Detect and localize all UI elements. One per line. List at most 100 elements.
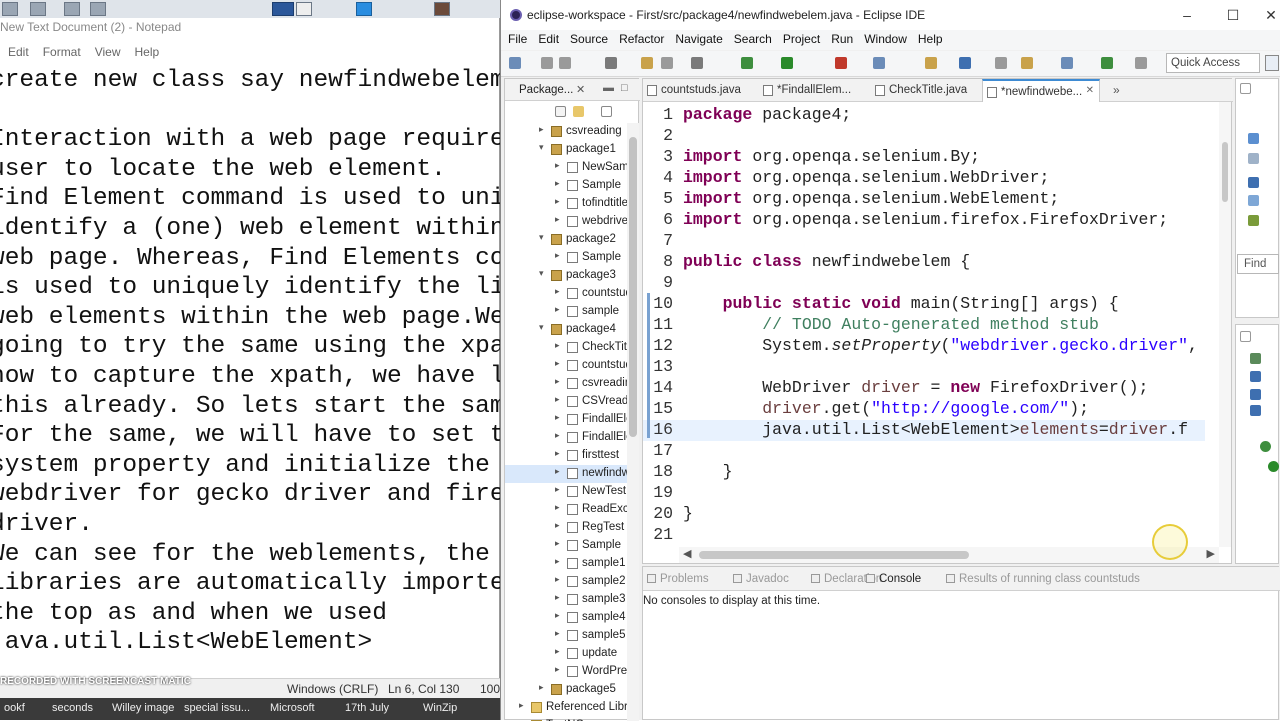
categorize-icon[interactable]: [1248, 177, 1259, 188]
close-icon[interactable]: [1240, 331, 1251, 342]
document-icon[interactable]: [296, 2, 312, 16]
expand-toggle-icon[interactable]: ▸: [539, 124, 549, 135]
expand-toggle-icon[interactable]: ▸: [555, 592, 565, 603]
link-editor-icon[interactable]: [573, 106, 584, 117]
menu-project[interactable]: Project: [783, 30, 820, 50]
maximize-icon[interactable]: ☐: [1223, 6, 1243, 24]
expand-toggle-icon[interactable]: ▸: [555, 304, 565, 315]
app-icon[interactable]: [2, 2, 18, 16]
code-line[interactable]: 4 import org.openqa.selenium.WebDriver;: [643, 168, 1205, 189]
editor-horizontal-scrollbar[interactable]: ◀ ▶: [679, 547, 1219, 563]
menu-run[interactable]: Run: [831, 30, 853, 50]
run-icon[interactable]: [741, 57, 753, 69]
minimize-icon[interactable]: ▬: [603, 82, 614, 94]
editor-tab[interactable]: *newfindwebe... ✕: [982, 79, 1100, 102]
tree-item[interactable]: ▸ FindallElem: [505, 429, 627, 447]
tree-item[interactable]: ▸ sample3: [505, 591, 627, 609]
scroll-left-icon[interactable]: ◀: [683, 547, 691, 560]
expand-toggle-icon[interactable]: ▾: [539, 232, 549, 243]
editor-tab[interactable]: *FindallElem...: [759, 79, 867, 102]
code-line[interactable]: 14 WebDriver driver = new FirefoxDriver(…: [643, 378, 1205, 399]
code-line[interactable]: 1 package package4;: [643, 105, 1205, 126]
filter-icon[interactable]: [1248, 153, 1259, 164]
close-icon[interactable]: ✕: [576, 83, 585, 96]
menu-view[interactable]: View: [95, 44, 121, 64]
expand-toggle-icon[interactable]: ▸: [555, 358, 565, 369]
find-input[interactable]: Find: [1237, 254, 1279, 274]
task-list-icon[interactable]: [1248, 133, 1259, 144]
expand-toggle-icon[interactable]: ▸: [555, 574, 565, 585]
tree-item[interactable]: ▸ csvreading: [505, 123, 627, 141]
menu-help[interactable]: Help: [918, 30, 943, 50]
close-icon[interactable]: ✕: [1086, 85, 1094, 96]
skip-icon[interactable]: [691, 57, 703, 69]
class-outline-icon[interactable]: [1260, 441, 1271, 452]
code-line[interactable]: 12 System.setProperty("webdriver.gecko.d…: [643, 336, 1205, 357]
tree-item[interactable]: ▸ sample2: [505, 573, 627, 591]
taskbar-item[interactable]: WinZip: [423, 702, 457, 714]
code-line[interactable]: 10 public static void main(String[] args…: [643, 294, 1205, 315]
tree-item[interactable]: ▾ package2: [505, 231, 627, 249]
expand-toggle-icon[interactable]: ▸: [555, 196, 565, 207]
save-all-icon[interactable]: [559, 57, 571, 69]
stop-icon[interactable]: [835, 57, 847, 69]
hide-fields-icon[interactable]: [1250, 371, 1261, 382]
expand-toggle-icon[interactable]: ▸: [555, 394, 565, 405]
expand-toggle-icon[interactable]: ▸: [555, 412, 565, 423]
expand-toggle-icon[interactable]: ▾: [539, 322, 549, 333]
code-line[interactable]: 15 driver.get("http://google.com/");: [643, 399, 1205, 420]
code-line[interactable]: 8 public class newfindwebelem {: [643, 252, 1205, 273]
quick-access-field[interactable]: Quick Access: [1166, 53, 1260, 73]
close-icon[interactable]: [1240, 83, 1251, 94]
pin-icon[interactable]: [1135, 57, 1147, 69]
tree-item[interactable]: ▸ sample: [505, 303, 627, 321]
expand-toggle-icon[interactable]: ▸: [555, 286, 565, 297]
menu-window[interactable]: Window: [864, 30, 907, 50]
expand-toggle-icon[interactable]: ▾: [539, 142, 549, 153]
code-line[interactable]: 20}: [643, 504, 1205, 525]
editor-tab[interactable]: countstuds.java: [643, 79, 753, 102]
menu-navigate[interactable]: Navigate: [675, 30, 722, 50]
tree-item[interactable]: ▸ Referenced Libraries: [505, 699, 627, 717]
open-icon[interactable]: [995, 57, 1007, 69]
forward-icon[interactable]: [1101, 57, 1113, 69]
word-icon[interactable]: [272, 2, 294, 16]
explorer-scrollbar[interactable]: [627, 123, 639, 721]
editor-vertical-scrollbar[interactable]: [1219, 102, 1231, 547]
tree-item[interactable]: ▾ package3: [505, 267, 627, 285]
tree-item[interactable]: ▸ NewTest: [505, 483, 627, 501]
code-line[interactable]: 2: [643, 126, 1205, 147]
new-class-icon[interactable]: [959, 57, 971, 69]
expand-toggle-icon[interactable]: ▸: [555, 538, 565, 549]
tree-item[interactable]: ▸ webdriver: [505, 213, 627, 231]
expand-toggle-icon[interactable]: ▸: [555, 214, 565, 225]
expand-toggle-icon[interactable]: ▸: [555, 646, 565, 657]
code-line[interactable]: 13: [643, 357, 1205, 378]
open-type-icon[interactable]: [641, 57, 653, 69]
tree-item[interactable]: ▸ FindallElem: [505, 411, 627, 429]
expand-toggle-icon[interactable]: ▸: [555, 250, 565, 261]
tree-item[interactable]: ▸ sample5: [505, 627, 627, 645]
taskbar-item[interactable]: Willey image: [112, 702, 174, 714]
tree-item[interactable]: ▸ countstuds: [505, 285, 627, 303]
expand-toggle-icon[interactable]: ▸: [555, 502, 565, 513]
code-line[interactable]: 6 import org.openqa.selenium.firefox.Fire…: [643, 210, 1205, 231]
tree-item[interactable]: ▸ WordPress: [505, 663, 627, 681]
new-icon[interactable]: [509, 57, 521, 69]
tree-item[interactable]: ▸ firsttest: [505, 447, 627, 465]
tree-item[interactable]: ▸ newfindwebelem: [505, 465, 627, 483]
tree-item[interactable]: ▸ CheckTitle: [505, 339, 627, 357]
expand-toggle-icon[interactable]: ▸: [555, 610, 565, 621]
menu-format[interactable]: Format: [43, 44, 81, 64]
expand-toggle-icon[interactable]: ▸: [555, 448, 565, 459]
taskbar-item[interactable]: ookf: [4, 702, 25, 714]
taskbar-item[interactable]: seconds: [52, 702, 93, 714]
expand-toggle-icon[interactable]: ▸: [555, 664, 565, 675]
taskbar-item[interactable]: special issu...: [184, 702, 250, 714]
external-tools-icon[interactable]: [873, 57, 885, 69]
menu-file[interactable]: File: [508, 30, 527, 50]
editor-tab[interactable]: CheckTitle.java: [871, 79, 979, 102]
expand-toggle-icon[interactable]: ▾: [539, 268, 549, 279]
back-icon[interactable]: [1061, 57, 1073, 69]
expand-toggle-icon[interactable]: ▸: [555, 340, 565, 351]
